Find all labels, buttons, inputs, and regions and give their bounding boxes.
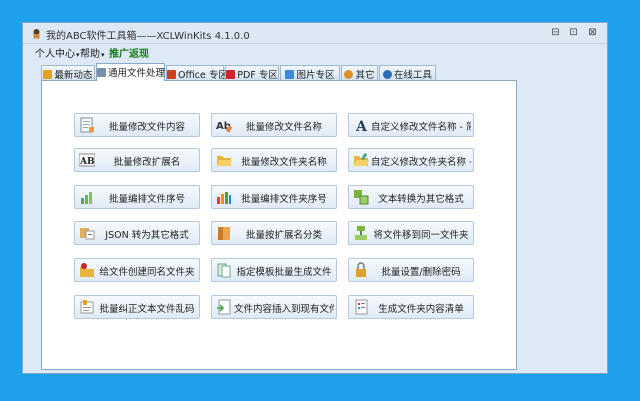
caret-down-icon: ▾ <box>101 51 105 59</box>
tool-button-label: 自定义修改文件夹名称 - 简版 <box>371 157 471 168</box>
tab-6[interactable]: 其它 <box>341 65 378 81</box>
tab-panel-general-files: 批量修改文件内容 Ab 批量修改文件名称 A自定义修改文件名称 - 简版 AB 批量修改扩… <box>41 80 517 370</box>
tool-button-label: 批量编排文件夹序号 <box>241 194 327 205</box>
tool-button-r1-c3[interactable]: A自定义修改文件名称 - 简版 <box>348 113 474 137</box>
tool-button-r2-c3[interactable]: 自定义修改文件夹名称 - 简版 <box>348 148 474 172</box>
tool-button-label: 批量修改文件名称 <box>245 122 322 133</box>
tool-button-r2-c2[interactable]: 批量修改文件夹名称 <box>211 148 337 172</box>
menu-promotion[interactable]: 推广返现 <box>109 45 149 60</box>
template-generate-icon <box>217 263 231 278</box>
lock-icon <box>356 262 366 277</box>
tool-button-r3-c1[interactable]: 批量编排文件序号 <box>74 185 200 209</box>
tool-button-label: 批量按扩展名分类 <box>245 230 322 241</box>
image-icon <box>285 70 295 79</box>
merge-files-icon <box>355 226 367 240</box>
folder-open-icon <box>217 156 232 166</box>
tool-button-label: 文本转换为其它格式 <box>378 194 464 205</box>
tab-5[interactable]: 图片专区 <box>280 65 340 81</box>
tool-button-label: 批量修改扩展名 <box>113 157 181 168</box>
folder-edit-icon <box>354 152 369 166</box>
app-logo-icon <box>33 29 40 39</box>
globe-icon <box>382 70 392 79</box>
tool-button-label: 批量修改文件内容 <box>108 122 185 133</box>
tool-button-label: 文件内容插入到现有文件 <box>234 304 334 315</box>
tab-4[interactable]: PDF 专区 <box>225 65 279 81</box>
list-icon <box>355 299 368 315</box>
convert-squares-icon <box>354 190 369 205</box>
tool-button-label: 给文件创建同名文件夹 <box>99 267 195 278</box>
tool-button-r5-c1[interactable]: 给文件创建同名文件夹 <box>74 258 200 282</box>
tool-button-r1-c2[interactable]: Ab 批量修改文件名称 <box>211 113 337 137</box>
bar-chart-color-icon <box>217 192 231 204</box>
menu-label: 个人中心 <box>35 49 75 60</box>
tool-button-label: 将文件移到同一文件夹 <box>373 230 469 241</box>
menu-label: 帮助 <box>80 49 100 60</box>
book-classify-icon <box>218 227 230 240</box>
svg-text:A: A <box>355 119 368 133</box>
close-button[interactable]: ⊠ <box>586 26 599 39</box>
tab-3[interactable]: Office 专区 <box>166 65 228 81</box>
tool-button-r3-c3[interactable]: 文本转换为其它格式 <box>348 185 474 209</box>
tool-button-r5-c2[interactable]: 指定模板批量生成文件 <box>211 258 337 282</box>
tool-button-r4-c1[interactable]: JSON 转为其它格式 <box>74 221 200 245</box>
json-convert-icon <box>80 228 95 240</box>
tool-button-label: 指定模板批量生成文件 <box>236 267 332 278</box>
fix-encoding-icon <box>80 300 94 314</box>
tool-button-r6-c1[interactable]: 批量纠正文本文件乱码 <box>74 295 200 319</box>
tool-button-label: 批量修改文件夹名称 <box>241 157 327 168</box>
insert-content-icon <box>217 299 231 315</box>
app-window: 我的ABC软件工具箱——XCLWinKits 4.1.0.0 ⊟ ⊡ ⊠ 个人中… <box>22 22 608 374</box>
other-icon <box>344 70 354 79</box>
tab-2[interactable]: 通用文件处理 <box>96 63 165 81</box>
tool-button-r6-c2[interactable]: 文件内容插入到现有文件 <box>211 295 337 319</box>
edit-document-icon <box>80 117 94 133</box>
tab-7[interactable]: 在线工具 <box>379 65 436 81</box>
caret-down-icon: ▾ <box>76 51 80 59</box>
tool-button-label: 批量编排文件序号 <box>108 194 185 205</box>
minimize-button[interactable]: ⊟ <box>549 26 562 39</box>
ab-rename-icon: Ab <box>216 121 232 133</box>
menu-help[interactable]: 帮助▾ <box>80 45 105 60</box>
tool-button-r5-c3[interactable]: 批量设置/删除密码 <box>348 258 474 282</box>
svg-text:AB: AB <box>79 157 95 167</box>
tool-button-label: 批量纠正文本文件乱码 <box>99 304 195 315</box>
document-icon <box>97 68 106 77</box>
tool-button-r6-c3[interactable]: 生成文件夹内容清单 <box>348 295 474 319</box>
tool-button-r4-c3[interactable]: 将文件移到同一文件夹 <box>348 221 474 245</box>
menu-personal-center[interactable]: 个人中心▾ <box>35 45 80 60</box>
bar-chart-green-icon <box>81 192 92 204</box>
tool-button-label: JSON 转为其它格式 <box>105 230 189 241</box>
tool-button-r3-c2[interactable]: 批量编排文件夹序号 <box>211 185 337 209</box>
pdf-icon <box>226 70 236 79</box>
tab-1[interactable]: 最新动态 <box>41 65 95 81</box>
tool-button-r4-c2[interactable]: 批量按扩展名分类 <box>211 221 337 245</box>
ab-extension-icon: AB <box>79 153 95 167</box>
tool-button-label: 自定义修改文件名称 - 简版 <box>371 122 471 133</box>
menu-bar: 个人中心▾ 帮助▾ 推广返现 <box>23 44 607 60</box>
folder-create-icon <box>80 263 94 277</box>
letter-a-icon: A <box>355 119 368 133</box>
office-icon <box>167 70 176 79</box>
star-icon <box>43 70 53 79</box>
tool-button-label: 生成文件夹内容清单 <box>378 304 464 315</box>
title-bar: 我的ABC软件工具箱——XCLWinKits 4.1.0.0 ⊟ ⊡ ⊠ <box>23 23 607 44</box>
tool-button-r1-c1[interactable]: 批量修改文件内容 <box>74 113 200 137</box>
window-title: 我的ABC软件工具箱——XCLWinKits 4.1.0.0 <box>46 31 250 42</box>
tool-button-r2-c1[interactable]: AB 批量修改扩展名 <box>74 148 200 172</box>
tool-button-label: 批量设置/删除密码 <box>381 267 461 278</box>
maximize-button[interactable]: ⊡ <box>567 26 580 39</box>
tab-label: 通用文件处理 <box>108 68 166 79</box>
